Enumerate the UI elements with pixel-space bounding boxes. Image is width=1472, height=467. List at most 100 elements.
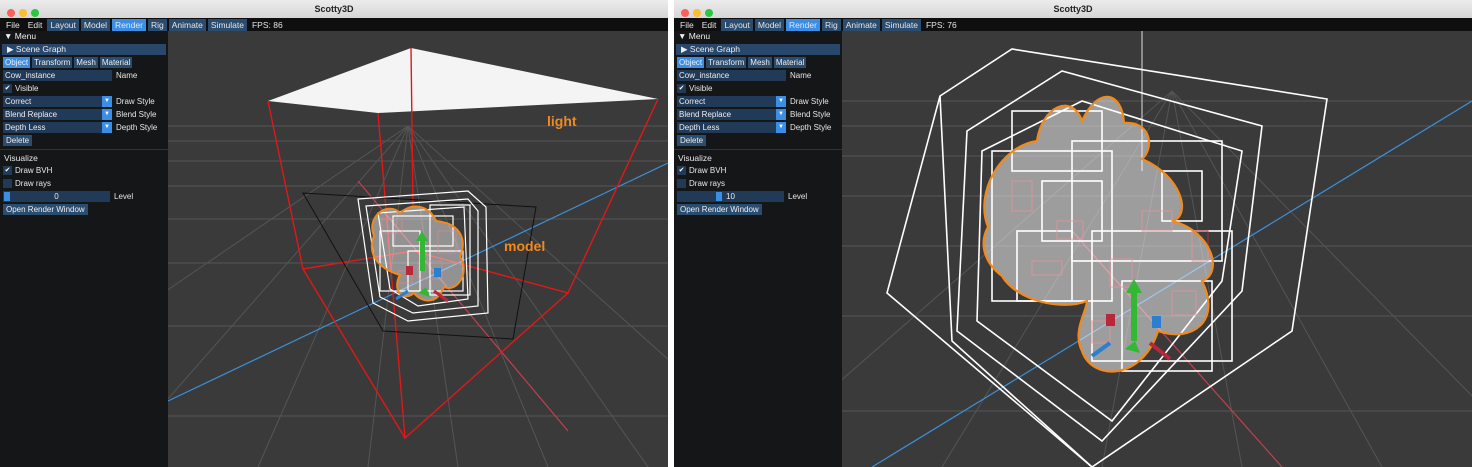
dropdown-arrow-icon: ▼ [776, 96, 786, 107]
open-render-window-button[interactable]: Open Render Window [677, 204, 762, 215]
viewport-canvas[interactable] [168, 31, 668, 467]
delete-button[interactable]: Delete [3, 135, 33, 146]
mode-model[interactable]: Model [80, 18, 111, 31]
3d-viewport[interactable] [842, 31, 1472, 467]
mode-render[interactable]: Render [786, 18, 820, 31]
mode-layout[interactable]: Layout [47, 18, 79, 31]
dropdown-arrow-icon: ▼ [776, 122, 786, 133]
tab-material[interactable]: Material [99, 57, 133, 68]
mode-layout[interactable]: Layout [721, 18, 753, 31]
draw-rays-row: Draw rays [3, 178, 165, 189]
level-row: 0 Level [3, 191, 165, 202]
depth-style-row: Depth Less ▼ Depth Style [3, 122, 165, 133]
tab-transform[interactable]: Transform [706, 57, 747, 68]
mode-animate[interactable]: Animate [168, 18, 206, 31]
menu-file[interactable]: File [3, 19, 23, 31]
tab-object[interactable]: Object [677, 57, 705, 68]
panel-tabs: Object Transform Mesh Material [3, 57, 166, 68]
collapse-triangle-icon: ▼ [4, 31, 13, 41]
tab-transform[interactable]: Transform [32, 57, 73, 68]
close-window-icon[interactable] [7, 9, 15, 17]
mode-simulate[interactable]: Simulate [881, 18, 921, 31]
delete-button[interactable]: Delete [677, 135, 707, 146]
zoom-window-icon[interactable] [705, 9, 713, 17]
visible-checkbox[interactable]: ✔ [677, 84, 686, 93]
draw-rays-label: Draw rays [689, 179, 726, 188]
visualize-heading: Visualize [4, 153, 38, 163]
dropdown-arrow-icon: ▼ [776, 109, 786, 120]
level-slider-knob[interactable] [4, 192, 10, 201]
tab-mesh[interactable]: Mesh [74, 57, 98, 68]
depth-style-value: Depth Less [5, 123, 46, 132]
dropdown-arrow-icon: ▼ [102, 109, 112, 120]
dropdown-arrow-icon: ▼ [102, 122, 112, 133]
minimize-window-icon[interactable] [19, 9, 27, 17]
tab-mesh[interactable]: Mesh [748, 57, 772, 68]
mode-rig[interactable]: Rig [821, 18, 841, 31]
visible-row: ✔ Visible [3, 83, 165, 94]
mode-render[interactable]: Render [112, 18, 146, 31]
mode-simulate[interactable]: Simulate [207, 18, 247, 31]
3d-viewport[interactable] [168, 31, 668, 467]
draw-bvh-row: ✔ Draw BVH [677, 165, 839, 176]
depth-style-select[interactable]: Depth Less ▼ [677, 122, 786, 133]
mode-animate[interactable]: Animate [842, 18, 880, 31]
depth-style-row: Depth Less ▼ Depth Style [677, 122, 839, 133]
blend-style-label: Blend Style [790, 110, 831, 119]
draw-bvh-checkbox[interactable]: ✔ [677, 166, 686, 175]
draw-style-row: Correct ▼ Draw Style [3, 96, 165, 107]
close-window-icon[interactable] [681, 9, 689, 17]
light-annotation: light [547, 113, 577, 129]
tab-material[interactable]: Material [773, 57, 807, 68]
delete-row: Delete [3, 135, 165, 146]
scotty3d-window-1: Scotty3D File Edit Layout Model Render R… [0, 0, 668, 467]
blend-style-select[interactable]: Blend Replace ▼ [677, 109, 786, 120]
blend-style-label: Blend Style [116, 110, 157, 119]
menu-header[interactable]: ▼ Menu [0, 31, 168, 42]
level-slider-knob[interactable] [715, 192, 722, 201]
name-row: Cow_instance Name [3, 70, 165, 81]
draw-bvh-label: Draw BVH [15, 166, 53, 175]
scene-graph-header[interactable]: ▶ Scene Graph [676, 44, 840, 55]
tab-object[interactable]: Object [3, 57, 31, 68]
draw-bvh-checkbox[interactable]: ✔ [3, 166, 12, 175]
expand-triangle-icon: ▶ [681, 44, 688, 54]
level-slider[interactable]: 0 [3, 191, 110, 202]
blend-style-select[interactable]: Blend Replace ▼ [3, 109, 112, 120]
visible-checkbox[interactable]: ✔ [3, 84, 12, 93]
mode-model[interactable]: Model [754, 18, 785, 31]
expand-triangle-icon: ▶ [7, 44, 14, 54]
window-titlebar[interactable]: Scotty3D [0, 0, 668, 19]
depth-style-select[interactable]: Depth Less ▼ [3, 122, 112, 133]
divider [674, 149, 842, 150]
viewport-canvas[interactable] [842, 31, 1472, 467]
draw-rays-checkbox[interactable] [677, 179, 686, 188]
menu-header[interactable]: ▼ Menu [674, 31, 842, 42]
draw-style-label: Draw Style [116, 97, 155, 106]
scene-graph-header[interactable]: ▶ Scene Graph [2, 44, 166, 55]
name-field[interactable]: Cow_instance [677, 70, 786, 81]
mode-rig[interactable]: Rig [147, 18, 167, 31]
dropdown-arrow-icon: ▼ [102, 96, 112, 107]
panel-tabs: Object Transform Mesh Material [677, 57, 840, 68]
window-titlebar[interactable]: Scotty3D [674, 0, 1472, 19]
draw-style-select[interactable]: Correct ▼ [3, 96, 112, 107]
menu-edit[interactable]: Edit [25, 19, 46, 31]
level-slider[interactable]: 10 [677, 191, 784, 202]
scene-graph-label: Scene Graph [689, 44, 741, 54]
draw-bvh-label: Draw BVH [689, 166, 727, 175]
draw-style-value: Correct [679, 97, 706, 106]
collapse-triangle-icon: ▼ [678, 31, 687, 41]
scene-graph-label: Scene Graph [15, 44, 67, 54]
menu-bar: File Edit Layout Model Render Rig Animat… [674, 18, 1472, 31]
open-render-window-button[interactable]: Open Render Window [3, 204, 88, 215]
draw-style-select[interactable]: Correct ▼ [677, 96, 786, 107]
zoom-window-icon[interactable] [31, 9, 39, 17]
minimize-window-icon[interactable] [693, 9, 701, 17]
blend-style-value: Blend Replace [679, 110, 732, 119]
name-field[interactable]: Cow_instance [3, 70, 112, 81]
menu-edit[interactable]: Edit [699, 19, 720, 31]
draw-rays-label: Draw rays [15, 179, 52, 188]
menu-file[interactable]: File [677, 19, 697, 31]
draw-rays-checkbox[interactable] [3, 179, 12, 188]
